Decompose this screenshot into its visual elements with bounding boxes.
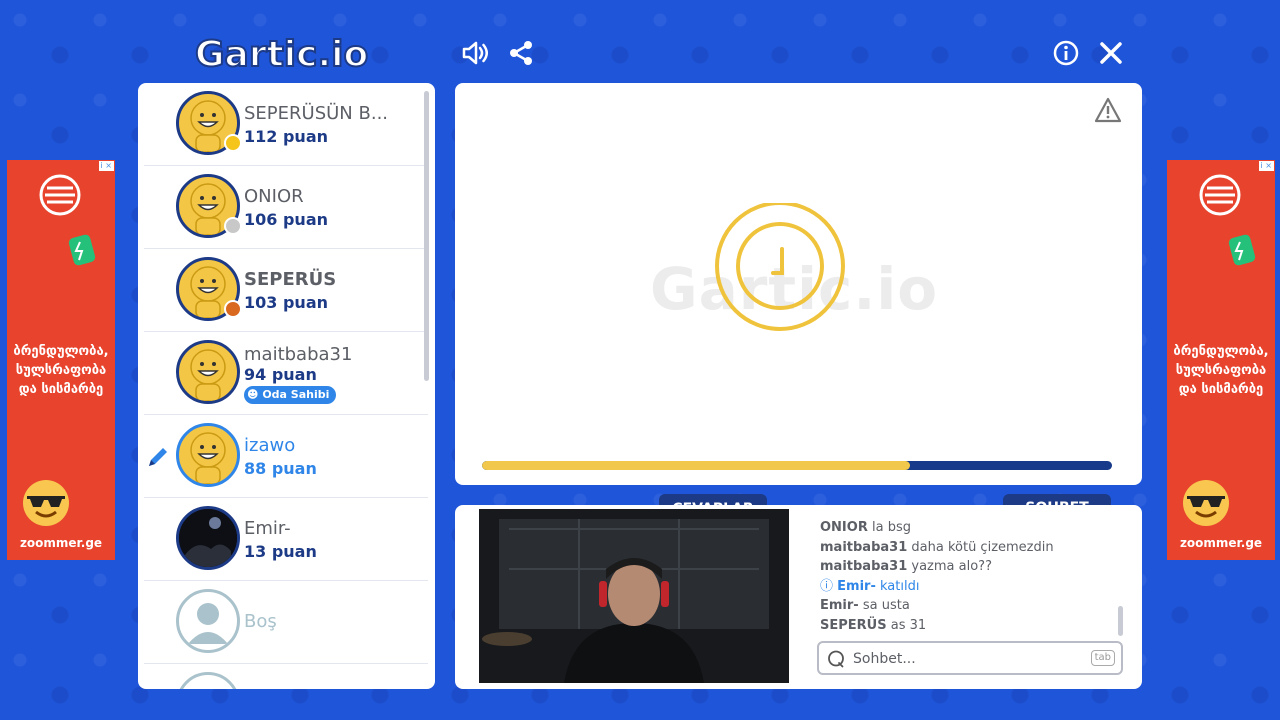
chat-input[interactable]	[851, 648, 1085, 670]
player-name: SEPERÜS	[244, 269, 337, 290]
round-progress-fill	[482, 461, 911, 470]
player-score: 112 puan	[244, 127, 328, 146]
avatar	[176, 340, 240, 404]
chat-message: Emir- sa usta	[820, 598, 910, 613]
drawing-canvas[interactable]: Gartic.io	[455, 83, 1142, 485]
player-list-scrollbar[interactable]	[424, 91, 429, 381]
brand-logo-icon	[39, 174, 81, 216]
player-row[interactable]: SEPERÜS 103 puan	[144, 249, 428, 332]
avatar	[176, 423, 240, 487]
player-name: maitbaba31	[244, 344, 353, 365]
badge-label: Oda Sahibi	[262, 388, 330, 401]
photo-avatar-icon	[179, 509, 237, 567]
empty-avatar	[176, 672, 240, 689]
tab-key-hint: tab	[1090, 650, 1115, 666]
phone-bag-icon	[68, 234, 96, 266]
player-name: Emir-	[244, 518, 291, 539]
room-owner-badge: ☻ Oda Sahibi	[244, 386, 337, 404]
pencil-icon	[149, 448, 167, 466]
close-icon[interactable]	[1096, 38, 1126, 68]
ad-site: zoommer.ge	[19, 536, 103, 550]
avatar	[176, 506, 240, 570]
ad-text: ბრენდულობა, სულსრაფობა და სისმარბე	[13, 344, 109, 397]
speaker-icon[interactable]	[460, 38, 490, 68]
player-row[interactable]: SEPERÜSÜN B... 112 puan	[144, 83, 428, 166]
countdown-timer-icon	[715, 203, 845, 331]
player-name: izawo	[244, 435, 296, 456]
ad-banner-right[interactable]: i × ბრენდულობა, სულსრაფობა და სისმარბე z…	[1167, 160, 1275, 560]
player-list: SEPERÜSÜN B... 112 puan ONIOR 106 puan S	[138, 83, 435, 689]
player-name: ONIOR	[244, 186, 304, 207]
smiley-avatar-icon	[190, 432, 226, 484]
player-row[interactable]: ONIOR 106 puan	[144, 166, 428, 249]
gold-medal-icon	[224, 134, 242, 152]
webcam-frame	[479, 509, 789, 683]
user-placeholder-icon	[188, 603, 228, 644]
player-score: 94 puan	[244, 365, 317, 384]
empty-avatar	[176, 589, 240, 653]
sunglasses-emoji-icon	[23, 480, 69, 526]
ad-choices-badge[interactable]: i ×	[1258, 161, 1274, 171]
share-icon[interactable]	[506, 38, 536, 68]
empty-slot-label: Boş	[244, 611, 277, 632]
crown-icon: ☻	[247, 388, 259, 401]
chat-message: ONIOR la bsg	[820, 520, 911, 535]
warning-icon[interactable]	[1094, 97, 1122, 123]
player-score: 13 puan	[244, 542, 317, 561]
bronze-medal-icon	[224, 300, 242, 318]
chat-log: ONIOR la bsg maitbaba31 daha kötü çizeme…	[820, 518, 1120, 635]
chat-message: maitbaba31 daha kötü çizemezdin	[820, 539, 1054, 555]
ad-choices-badge[interactable]: i ×	[98, 161, 114, 171]
player-score: 103 puan	[244, 293, 328, 312]
player-name: SEPERÜSÜN B...	[244, 103, 389, 124]
silver-medal-icon	[224, 217, 242, 235]
gartic-logo: Gartic.io	[194, 33, 369, 74]
chat-scrollbar[interactable]	[1118, 606, 1123, 636]
info-icon: ⓘ	[820, 578, 834, 594]
ad-banner-left[interactable]: i × ბრენდულობა, სულსრაფობა და სისმარბე z…	[7, 160, 115, 560]
webcam-overlay	[479, 509, 789, 683]
info-icon[interactable]	[1051, 38, 1081, 68]
brand-logo-icon	[1199, 174, 1241, 216]
chat-input-box[interactable]: tab	[817, 641, 1123, 675]
player-row[interactable]: maitbaba31 94 puan ☻ Oda Sahibi	[144, 332, 428, 415]
chat-bubble-icon	[828, 650, 844, 668]
ad-text: ბრენდულობა, სულსრაფობა და სისმარბე	[1173, 344, 1269, 397]
empty-slot: Boş	[144, 581, 428, 664]
logo-text: Gartic.io	[195, 34, 368, 74]
system-message: ⓘ Emir- katıldı	[820, 578, 920, 594]
sunglasses-emoji-icon	[1183, 480, 1229, 526]
phone-bag-icon	[1228, 234, 1256, 266]
player-score: 106 puan	[244, 210, 328, 229]
chat-message: SEPERÜS as 31	[820, 617, 927, 633]
round-progress-bar	[482, 461, 1112, 470]
player-row[interactable]: izawo 88 puan	[144, 415, 428, 498]
player-row[interactable]: Emir- 13 puan	[144, 498, 428, 581]
empty-slot	[144, 664, 428, 689]
player-score: 88 puan	[244, 459, 317, 478]
chat-message: maitbaba31 yazma alo??	[820, 559, 992, 574]
smiley-avatar-icon	[190, 349, 226, 401]
ad-site: zoommer.ge	[1179, 536, 1263, 550]
